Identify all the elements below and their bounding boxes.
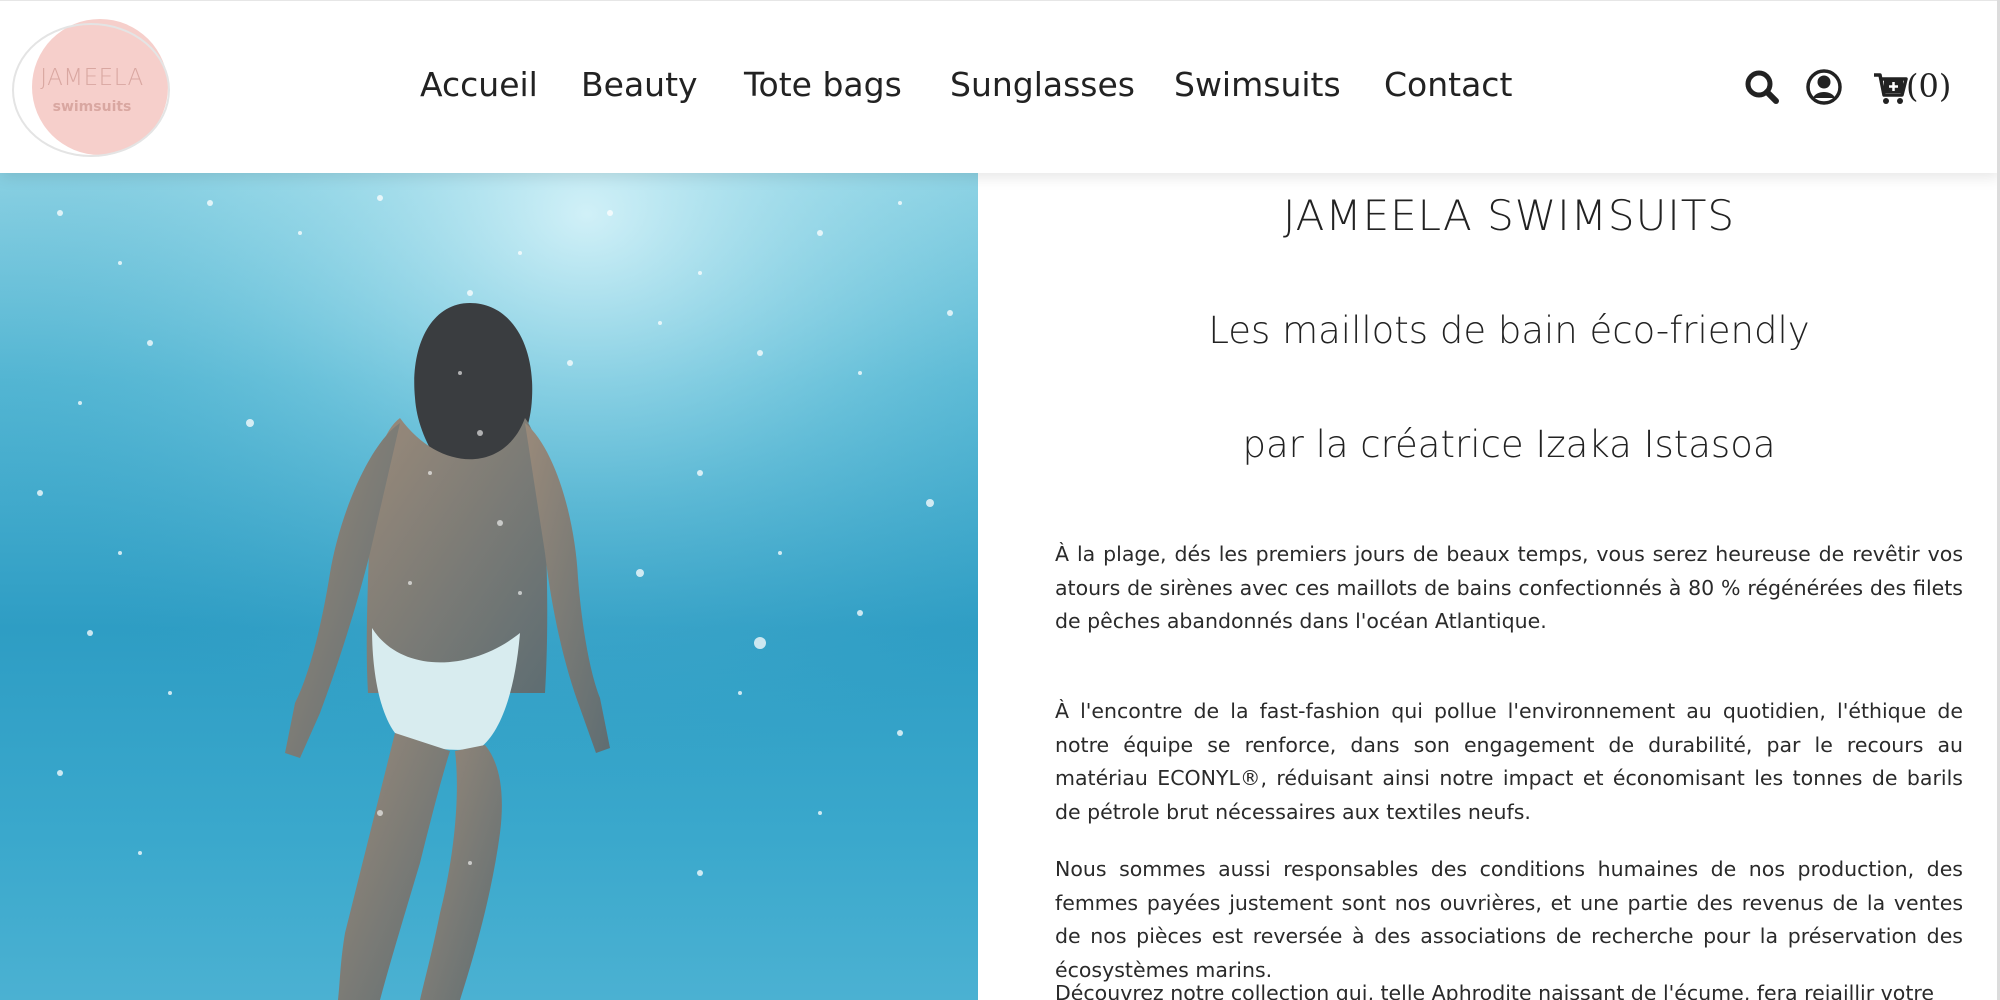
collection-paragraph: Découvrez notre collection qui, telle Ap… bbox=[1055, 981, 1934, 1000]
tagline: Les maillots de bain éco-friendly bbox=[1208, 309, 1810, 352]
header-icons: (0) bbox=[1744, 65, 1984, 109]
page-title: JAMEELA SWIMSUITS bbox=[1282, 191, 1736, 240]
responsibility-paragraph: Nous sommes aussi responsables des condi… bbox=[1055, 857, 1963, 982]
site-header: JAMEELA swimsuits Accueil Beauty Tote ba… bbox=[0, 0, 2000, 173]
nav-item-sunglasses[interactable]: Sunglasses bbox=[950, 65, 1135, 104]
nav-item-swimsuits[interactable]: Swimsuits bbox=[1174, 65, 1341, 104]
hero-image bbox=[0, 173, 978, 1000]
nav-item-accueil[interactable]: Accueil bbox=[420, 65, 538, 104]
cart-count[interactable]: (0) bbox=[1906, 67, 1951, 105]
ethics-paragraph: À l'encontre de la fast-fashion qui poll… bbox=[1055, 699, 1963, 824]
nav-item-tote-bags[interactable]: Tote bags bbox=[744, 65, 902, 104]
user-circle-icon[interactable] bbox=[1805, 65, 1843, 109]
designer-line: par la créatrice Izaka Istasoa bbox=[1242, 423, 1776, 466]
search-icon[interactable] bbox=[1744, 65, 1780, 109]
intro-paragraph: À la plage, dés les premiers jours de be… bbox=[1055, 542, 1963, 633]
underwater-swimmer-photo bbox=[0, 173, 978, 1000]
nav-item-contact[interactable]: Contact bbox=[1384, 65, 1512, 104]
nav-item-beauty[interactable]: Beauty bbox=[581, 65, 698, 104]
main-nav: Accueil Beauty Tote bags Sunglasses Swim… bbox=[0, 65, 2000, 115]
cart-plus-icon[interactable] bbox=[1872, 65, 1908, 109]
